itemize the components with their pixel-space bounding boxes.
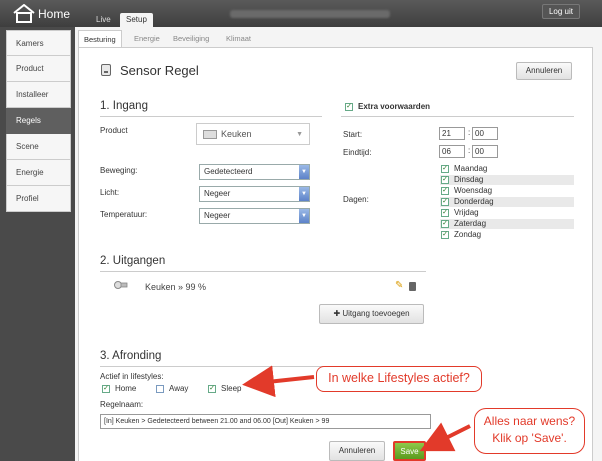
- bulb-icon: [114, 281, 128, 289]
- day-label-zaterdag: Zaterdag: [454, 219, 487, 228]
- licht-label: Licht:: [100, 188, 120, 197]
- day-checkbox-donderdag[interactable]: ✓: [441, 198, 449, 206]
- cancel-button-top[interactable]: Annuleren: [516, 62, 572, 80]
- tab-beveiliging[interactable]: Beveiliging: [168, 30, 214, 48]
- sensor-icon: [101, 64, 111, 76]
- section-title-uitgangen: 2. Uitgangen: [100, 255, 166, 267]
- tab-live[interactable]: Live: [90, 13, 117, 27]
- beweging-select[interactable]: Gedetecteerd ▼: [199, 164, 310, 180]
- regelnaam-label: Regelnaam:: [100, 400, 144, 409]
- house-icon: [13, 4, 35, 23]
- sidebar-item-kamers[interactable]: Kamers: [6, 30, 71, 56]
- lifestyles-label: Actief in lifestyles:: [100, 372, 164, 381]
- day-checkbox-zondag[interactable]: ✓: [441, 231, 449, 239]
- lifestyle-label-home: Home: [115, 384, 137, 393]
- logout-button[interactable]: Log uit: [542, 4, 580, 19]
- tab-energie[interactable]: Energie: [129, 30, 165, 48]
- main-area: Besturing Energie Beveiliging Klimaat Se…: [75, 27, 602, 461]
- day-checkbox-dinsdag[interactable]: ✓: [441, 176, 449, 184]
- lifestyle-checkbox-away[interactable]: ✓: [156, 385, 164, 393]
- day-checkbox-zaterdag[interactable]: ✓: [441, 220, 449, 228]
- end-minute-input[interactable]: 00: [472, 145, 498, 158]
- device-icon: [203, 130, 217, 139]
- sidebar-item-product[interactable]: Product: [6, 56, 71, 82]
- time-colon: :: [468, 146, 471, 155]
- lifestyle-label-sleep: Sleep: [221, 384, 242, 393]
- dagen-label: Dagen:: [343, 195, 369, 204]
- temperatuur-select[interactable]: Negeer ▼: [199, 208, 310, 224]
- day-checkbox-vrijdag[interactable]: ✓: [441, 209, 449, 217]
- tab-klimaat[interactable]: Klimaat: [221, 30, 256, 48]
- section-title-ingang: 1. Ingang: [100, 100, 148, 112]
- chevron-down-icon: ▼: [299, 209, 309, 223]
- trash-icon[interactable]: [409, 282, 416, 291]
- sidebar-item-scene[interactable]: Scene: [6, 134, 71, 160]
- day-checkbox-woensdag[interactable]: ✓: [441, 187, 449, 195]
- day-label-zondag: Zondag: [454, 230, 482, 239]
- end-label: Eindtijd:: [343, 148, 372, 157]
- product-value: Keuken: [221, 129, 252, 139]
- add-output-button[interactable]: ✚ Uitgang toevoegen: [319, 304, 424, 324]
- pencil-icon[interactable]: ✎: [395, 280, 403, 291]
- divider: [100, 271, 426, 272]
- section-title-afronding: 3. Afronding: [100, 350, 162, 362]
- lifestyle-checkbox-home[interactable]: ✓: [102, 385, 110, 393]
- day-label-maandag: Maandag: [454, 164, 488, 173]
- extra-voorwaarden-label: Extra voorwaarden: [358, 102, 431, 111]
- regelnaam-input[interactable]: [In] Keuken > Gedetecteerd between 21.00…: [100, 414, 431, 429]
- start-label: Start:: [343, 130, 363, 139]
- sidebar-item-regels[interactable]: Regels: [6, 108, 71, 134]
- sidebar-item-profiel[interactable]: Profiel: [6, 186, 71, 212]
- start-hour-input[interactable]: 21: [439, 127, 465, 140]
- temperatuur-label: Temperatuur:: [100, 210, 148, 219]
- start-minute-input[interactable]: 00: [472, 127, 498, 140]
- sidebar-item-installeer[interactable]: Installeer: [6, 82, 71, 108]
- licht-select[interactable]: Negeer ▼: [199, 186, 310, 202]
- callout-save-line2: Klik op 'Save'.: [492, 431, 567, 445]
- extra-voorwaarden-checkbox[interactable]: ✓: [345, 103, 353, 111]
- tab-setup[interactable]: Setup: [120, 13, 153, 27]
- cancel-button[interactable]: Annuleren: [329, 441, 385, 461]
- time-colon: :: [468, 128, 471, 137]
- chevron-down-icon: ▼: [299, 165, 309, 179]
- beweging-value: Gedetecteerd: [204, 167, 253, 176]
- temperatuur-value: Negeer: [204, 211, 231, 220]
- day-label-donderdag: Donderdag: [454, 197, 494, 206]
- app-title: Home: [38, 7, 71, 21]
- day-label-vrijdag: Vrijdag: [454, 208, 479, 217]
- day-label-dinsdag: Dinsdag: [454, 175, 484, 184]
- end-hour-input[interactable]: 06: [439, 145, 465, 158]
- lifestyle-checkbox-sleep[interactable]: ✓: [208, 385, 216, 393]
- add-output-label: Uitgang toevoegen: [342, 309, 410, 318]
- lifestyle-label-away: Away: [169, 384, 189, 393]
- tab-besturing[interactable]: Besturing: [78, 30, 122, 48]
- rule-panel: Sensor Regel Annuleren 1. Ingang Product…: [78, 47, 593, 461]
- page-title: Sensor Regel: [120, 63, 199, 78]
- output-text: Keuken » 99 %: [145, 282, 207, 292]
- product-select[interactable]: Keuken ▼: [196, 123, 310, 145]
- save-button[interactable]: Save: [393, 441, 426, 461]
- day-checkbox-maandag[interactable]: ✓: [441, 165, 449, 173]
- chevron-down-icon: ▼: [299, 187, 309, 201]
- divider: [100, 116, 322, 117]
- top-bar: Home Live Setup Log uit: [0, 0, 602, 27]
- blurred-user-info: [230, 10, 390, 18]
- day-label-woensdag: Woensdag: [454, 186, 493, 195]
- sidebar: Kamers Product Installeer Regels Scene E…: [6, 30, 71, 212]
- callout-lifestyles: In welke Lifestyles actief?: [316, 366, 482, 392]
- callout-save-line1: Alles naar wens?: [483, 414, 576, 428]
- licht-value: Negeer: [204, 189, 231, 198]
- product-label: Product: [100, 126, 128, 135]
- callout-save: Alles naar wens? Klik op 'Save'.: [474, 408, 585, 454]
- sidebar-item-energie[interactable]: Energie: [6, 160, 71, 186]
- divider: [341, 116, 574, 117]
- beweging-label: Beweging:: [100, 166, 138, 175]
- chevron-down-icon: ▼: [296, 131, 303, 138]
